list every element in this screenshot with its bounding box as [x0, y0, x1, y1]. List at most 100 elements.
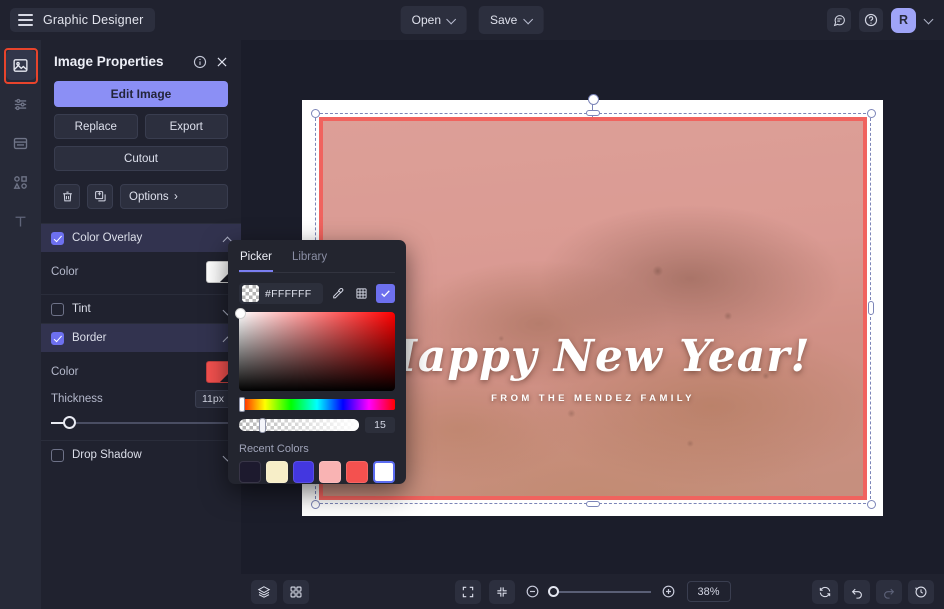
- chevron-down-icon: [448, 16, 456, 24]
- section-header-tint[interactable]: Tint: [41, 295, 241, 323]
- section-label: Color Overlay: [72, 232, 143, 244]
- resize-handle-bottom[interactable]: [586, 501, 600, 507]
- edit-image-button[interactable]: Edit Image: [54, 81, 228, 107]
- sidebar-item-text[interactable]: [6, 206, 36, 236]
- alpha-gradient: [239, 419, 359, 431]
- shapes-icon: [13, 175, 27, 189]
- bottom-left-tools: [251, 579, 309, 604]
- duplicate-button[interactable]: [87, 184, 113, 209]
- hamburger-icon: [18, 14, 33, 26]
- sync-button[interactable]: [812, 579, 838, 604]
- eyedropper-button[interactable]: [328, 284, 347, 303]
- history-button[interactable]: [908, 579, 934, 604]
- saturation-value-area[interactable]: [235, 308, 395, 391]
- resize-handle-bottom-right[interactable]: [867, 500, 876, 509]
- border-checkbox[interactable]: [51, 331, 64, 345]
- resize-handle-top[interactable]: [586, 110, 600, 116]
- section-body-border: Color Thickness 11px: [41, 352, 241, 440]
- account-chevron-down-icon[interactable]: [924, 15, 934, 25]
- replace-button[interactable]: Replace: [54, 114, 138, 139]
- tint-checkbox[interactable]: [51, 302, 64, 316]
- sv-handle[interactable]: [235, 308, 246, 319]
- confirm-color-button[interactable]: [376, 284, 395, 303]
- hue-handle[interactable]: [239, 397, 245, 412]
- slider-track: [51, 422, 231, 424]
- history-icon: [915, 586, 927, 597]
- panel-actions: Edit Image Replace Export Cutout Options…: [41, 81, 241, 209]
- zoom-slider-handle[interactable]: [547, 585, 559, 597]
- tab-library[interactable]: Library: [291, 248, 328, 272]
- text-icon: [15, 216, 26, 226]
- export-button[interactable]: Export: [144, 114, 228, 139]
- zoom-in-button[interactable]: [659, 582, 679, 602]
- resize-handle-top-right[interactable]: [867, 109, 876, 118]
- zoom-level-value[interactable]: 38%: [686, 581, 731, 602]
- thickness-slider[interactable]: [51, 416, 231, 430]
- section-header-color-overlay[interactable]: Color Overlay: [41, 224, 241, 252]
- transparency-preview: [242, 285, 259, 302]
- recent-color-swatch[interactable]: [346, 461, 369, 483]
- zoom-out-button[interactable]: [523, 582, 543, 602]
- options-button[interactable]: Options ›: [120, 184, 228, 209]
- hex-input[interactable]: #FFFFFF: [239, 283, 323, 304]
- top-bar: Graphic Designer Open Save R: [0, 0, 944, 40]
- info-button[interactable]: [193, 55, 207, 69]
- alpha-value[interactable]: 15: [365, 417, 395, 433]
- layers-icon: [257, 585, 271, 598]
- open-label: Open: [411, 13, 441, 27]
- avatar[interactable]: R: [891, 7, 916, 33]
- layers-button[interactable]: [251, 579, 277, 604]
- color-overlay-checkbox[interactable]: [51, 231, 64, 245]
- undo-button[interactable]: [844, 579, 870, 604]
- app-menu-button[interactable]: Graphic Designer: [10, 8, 156, 32]
- recent-colors-label: Recent Colors: [239, 443, 309, 455]
- slider-handle[interactable]: [63, 416, 76, 429]
- redo-icon: [884, 588, 895, 599]
- drop-shadow-checkbox[interactable]: [51, 448, 64, 462]
- section-label: Tint: [72, 303, 91, 315]
- recent-color-swatch-selected[interactable]: [373, 461, 395, 483]
- recent-color-swatch[interactable]: [239, 461, 261, 483]
- delete-button[interactable]: [54, 184, 80, 209]
- border-color-row: Color: [51, 360, 231, 384]
- rotation-handle[interactable]: [588, 94, 599, 105]
- resize-handle-top-left[interactable]: [311, 109, 320, 118]
- sidebar-item-image[interactable]: [5, 50, 36, 80]
- shrink-button[interactable]: [488, 579, 515, 604]
- sidebar-item-page[interactable]: [6, 128, 36, 158]
- hue-slider[interactable]: [239, 397, 395, 412]
- tab-picker[interactable]: Picker: [239, 248, 273, 272]
- redo-button[interactable]: [876, 579, 902, 604]
- fit-screen-icon: [462, 586, 473, 597]
- resize-handle-bottom-left[interactable]: [311, 500, 320, 509]
- sidebar-item-adjust[interactable]: [6, 89, 36, 119]
- palette-grid-button[interactable]: [352, 284, 371, 303]
- recent-color-swatch[interactable]: [292, 461, 315, 483]
- grid-view-button[interactable]: [283, 579, 309, 604]
- alpha-slider[interactable]: [239, 417, 359, 433]
- thickness-value[interactable]: 11px: [195, 390, 231, 408]
- recent-color-swatch[interactable]: [265, 461, 288, 483]
- app-title: Graphic Designer: [43, 13, 144, 27]
- resize-handle-right[interactable]: [868, 301, 874, 315]
- section-header-border[interactable]: Border: [41, 324, 241, 352]
- panel-header: Image Properties: [41, 40, 241, 81]
- save-label: Save: [490, 13, 518, 27]
- section-header-drop-shadow[interactable]: Drop Shadow: [41, 441, 241, 469]
- cutout-button[interactable]: Cutout: [54, 146, 228, 171]
- zoom-out-icon: [526, 585, 539, 598]
- help-icon: [864, 13, 878, 27]
- alpha-handle[interactable]: [259, 417, 267, 433]
- help-button[interactable]: [859, 8, 883, 32]
- close-panel-button[interactable]: [215, 55, 229, 69]
- comment-button[interactable]: [827, 8, 851, 32]
- zoom-slider[interactable]: [547, 585, 651, 597]
- recent-color-swatch[interactable]: [319, 461, 342, 483]
- section-body-color-overlay: Color: [41, 252, 241, 294]
- open-button[interactable]: Open: [400, 6, 467, 34]
- color-label: Color: [51, 366, 79, 378]
- left-tool-rail: [0, 40, 41, 609]
- sidebar-item-shapes[interactable]: [6, 167, 36, 197]
- fit-screen-button[interactable]: [454, 579, 481, 604]
- save-button[interactable]: Save: [479, 6, 544, 34]
